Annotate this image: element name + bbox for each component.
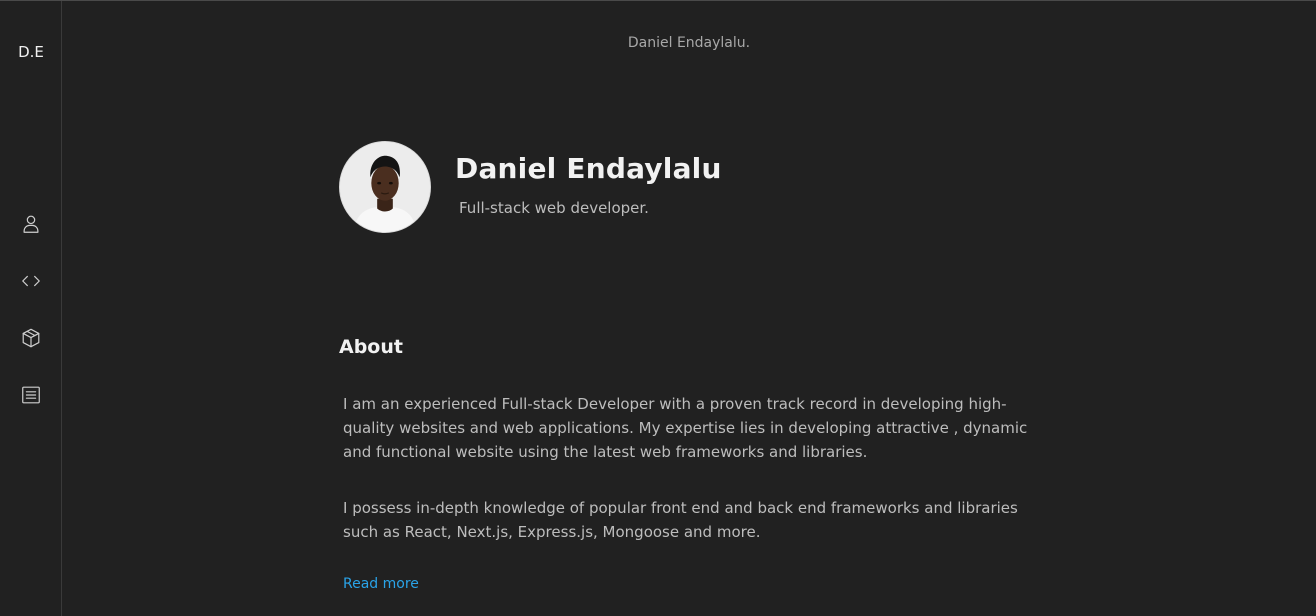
site-name: Daniel Endaylalu. [627,35,751,51]
profile-name: Daniel Endaylalu [455,152,722,185]
avatar [339,141,431,233]
user-icon[interactable] [19,212,43,236]
about-heading: About [339,336,403,358]
sidebar: D.E [0,1,62,616]
logo[interactable]: D.E [0,43,62,61]
top-border [0,0,1316,1]
about-paragraph-2: I possess in-depth knowledge of popular … [343,499,1018,541]
about-paragraph-1: I am an experienced Full-stack Developer… [343,395,1028,461]
profile-role: Full-stack web developer. [459,199,649,217]
code-icon[interactable] [19,269,43,293]
read-more-link[interactable]: Read more [343,576,419,592]
list-icon[interactable] [19,383,43,407]
code-icon-graphic [22,275,40,287]
profile-photo [340,142,430,232]
list-icon-graphic [22,386,40,404]
user-icon-graphic [23,215,39,233]
package-icon-graphic [22,328,40,348]
package-icon[interactable] [19,326,43,350]
